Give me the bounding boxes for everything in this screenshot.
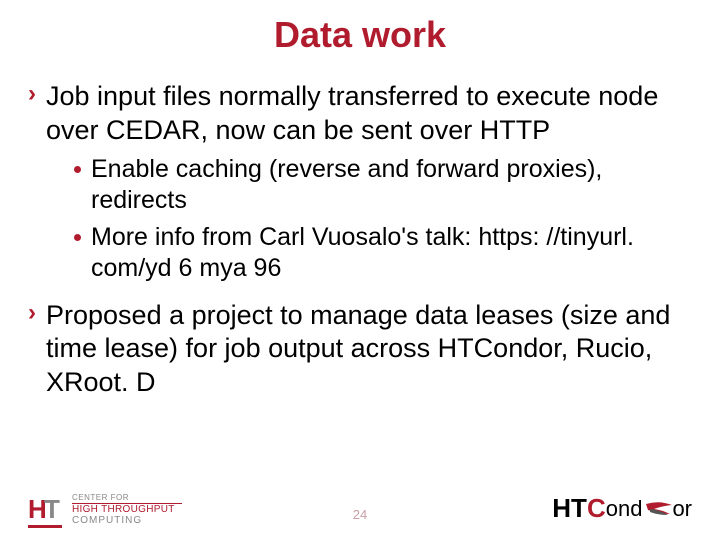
logo-line-1: CENTER FOR [72,494,182,502]
ht-mark-icon: H T [28,494,64,526]
condor-wing-icon [644,500,674,518]
chevron-icon: › [28,80,36,109]
logo-ht: HT [552,493,587,524]
chtc-logo: H T CENTER FOR HIGH THROUGHPUT COMPUTING [28,494,182,526]
page-number: 24 [353,507,367,522]
dot-icon [74,166,81,173]
bullet-text: Job input files normally transferred to … [46,80,692,148]
bullet-item: › Job input files normally transferred t… [28,80,692,148]
logo-c: C [587,493,606,524]
footer: H T CENTER FOR HIGH THROUGHPUT COMPUTING… [0,476,720,530]
chevron-icon: › [28,299,36,328]
slide-title: Data work [0,0,720,66]
sub-bullet-item: Enable caching (reverse and forward prox… [74,154,692,217]
logo-rest: ond [606,496,643,522]
chtc-logo-text: CENTER FOR HIGH THROUGHPUT COMPUTING [72,494,182,526]
htcondor-logo: HT C ond or [552,493,692,524]
logo-line-2: HIGH THROUGHPUT [72,505,182,516]
slide-content: › Job input files normally transferred t… [0,80,720,400]
logo-line-3: COMPUTING [72,516,182,527]
logo-tail: or [672,496,692,522]
bullet-text: Proposed a project to manage data leases… [46,299,692,400]
sub-bullet-item: More info from Carl Vuosalo's talk: http… [74,222,692,285]
bullet-item: › Proposed a project to manage data leas… [28,299,692,400]
sub-bullet-text: Enable caching (reverse and forward prox… [91,154,692,217]
sub-bullet-text: More info from Carl Vuosalo's talk: http… [91,222,692,285]
dot-icon [74,234,81,241]
